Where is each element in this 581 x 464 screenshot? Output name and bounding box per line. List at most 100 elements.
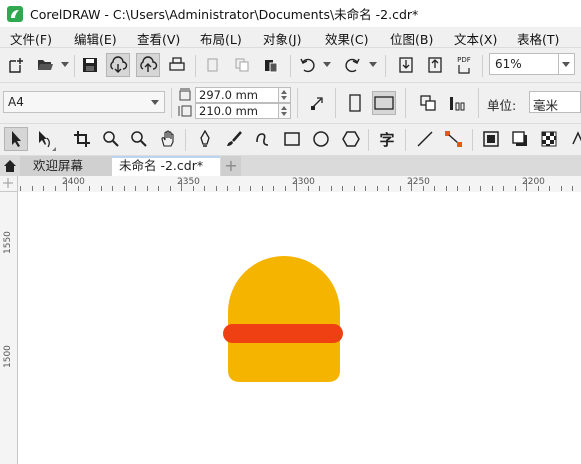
separator [405,129,406,151]
window-title: CorelDRAW - C:\Users\Administrator\Docum… [30,7,419,22]
pen-tool-icon[interactable] [193,127,217,151]
cloud-download-icon[interactable] [106,53,130,77]
separator [368,129,369,151]
ellipse-tool-icon[interactable] [309,127,333,151]
portrait-icon[interactable] [343,91,367,115]
ruler-tick [262,186,263,191]
open-folder-icon[interactable] [33,53,57,77]
page-height-input[interactable]: 210.0 mm [195,103,279,119]
ruler-label: 2300 [292,177,315,187]
ruler-tick [331,186,332,191]
tab-welcome-label: 欢迎屏幕 [33,158,84,173]
publish-pdf-icon[interactable]: PDF [452,53,476,77]
new-document-icon[interactable] [4,53,28,77]
drawing-canvas[interactable] [18,192,581,464]
tab-welcome-screen[interactable]: 欢迎屏幕 [20,156,112,176]
cloud-upload-icon[interactable] [136,53,160,77]
pick-tool-icon[interactable] [4,127,28,151]
cut-icon[interactable] [201,53,225,77]
rectangle-tool-icon[interactable] [280,127,304,151]
menu-file[interactable]: 文件(F) [10,29,52,48]
menu-bitmaps[interactable]: 位图(B) [390,29,433,48]
burger-bun-shape [228,256,340,382]
page-size-select[interactable]: A4 [3,91,165,113]
transparency-tool-icon[interactable] [537,127,561,151]
menu-layout[interactable]: 布局(L) [200,29,242,48]
brush-tool-icon[interactable] [222,127,246,151]
separator [195,55,196,77]
apply-all-pages-icon[interactable] [416,91,440,115]
undo-icon[interactable] [296,53,320,77]
ruler-label: 1500 [3,345,13,368]
ruler-origin[interactable] [0,176,18,192]
zoom-level-field[interactable]: 61% [489,53,559,75]
redo-icon[interactable] [340,53,364,77]
polygon-tool-icon[interactable] [339,127,363,151]
save-icon[interactable] [78,53,102,77]
zoom-tool-icon[interactable] [99,127,123,151]
contour-tool-icon[interactable] [479,127,503,151]
menu-text[interactable]: 文本(X) [454,29,497,48]
crop-tool-icon[interactable] [70,127,94,151]
export-icon[interactable] [423,53,447,77]
zoom-dropdown-button[interactable] [559,53,575,75]
tab-document[interactable]: 未命名 -2.cdr* [112,156,220,176]
curve-tool-icon[interactable] [251,127,275,151]
page-width-spinner[interactable] [279,87,291,103]
home-icon[interactable] [0,156,20,176]
import-icon[interactable] [394,53,418,77]
paste-icon[interactable] [259,53,283,77]
ruler-label: 2200 [522,177,545,187]
menu-table[interactable]: 表格(T) [517,29,559,48]
copy-icon[interactable] [230,53,254,77]
ruler-tick [250,186,251,191]
menu-edit[interactable]: 编辑(E) [74,29,117,48]
ruler-tick [273,186,274,191]
menu-object[interactable]: 对象(J) [263,29,301,48]
open-dropdown-icon[interactable] [61,62,69,67]
dimension-tool-icon[interactable] [413,127,437,151]
menu-view[interactable]: 查看(V) [137,29,180,48]
pan-tool-icon[interactable] [156,127,180,151]
ruler-tick [561,186,562,191]
units-label: 单位: [487,98,517,113]
current-page-icon[interactable] [445,91,469,115]
ruler-tick [112,186,113,191]
ruler-label: 2350 [177,177,200,187]
page-width-input[interactable]: 297.0 mm [195,87,279,103]
all-pages-icon[interactable] [305,91,329,115]
ruler-tick [124,186,125,191]
undo-dropdown-icon[interactable] [323,62,331,67]
ruler-tick [572,186,573,191]
separator [335,88,336,118]
add-tab-button[interactable]: + [221,156,241,176]
menu-effects[interactable]: 效果(C) [325,29,368,48]
page-height-icon [178,104,192,121]
color-tool-icon[interactable] [566,127,581,151]
ruler-tick [101,186,102,191]
separator [385,55,386,77]
separator [297,88,298,118]
ruler-tick [365,186,366,191]
ruler-tick [170,186,171,191]
separator [478,88,479,118]
drop-shadow-tool-icon[interactable] [508,127,532,151]
text-tool-icon[interactable]: 字 [375,127,399,151]
redo-dropdown-icon[interactable] [369,62,377,67]
page-height-spinner[interactable] [279,103,291,119]
separator [472,129,473,151]
ruler-tick [285,186,286,191]
zoom-out-tool-icon[interactable] [127,127,151,151]
print-icon[interactable] [165,53,189,77]
ruler-tick [342,186,343,191]
ruler-label: 1550 [3,231,13,254]
tab-document-label: 未命名 -2.cdr* [119,158,204,173]
title-bar: CorelDRAW - C:\Users\Administrator\Docum… [0,0,581,27]
landscape-icon[interactable] [372,91,396,115]
separator [185,129,186,151]
connector-tool-icon[interactable] [442,127,466,151]
units-select[interactable]: 毫米 [529,91,581,113]
ruler-tick [549,186,550,191]
ruler-tick [147,186,148,191]
ruler-tick [216,186,217,191]
